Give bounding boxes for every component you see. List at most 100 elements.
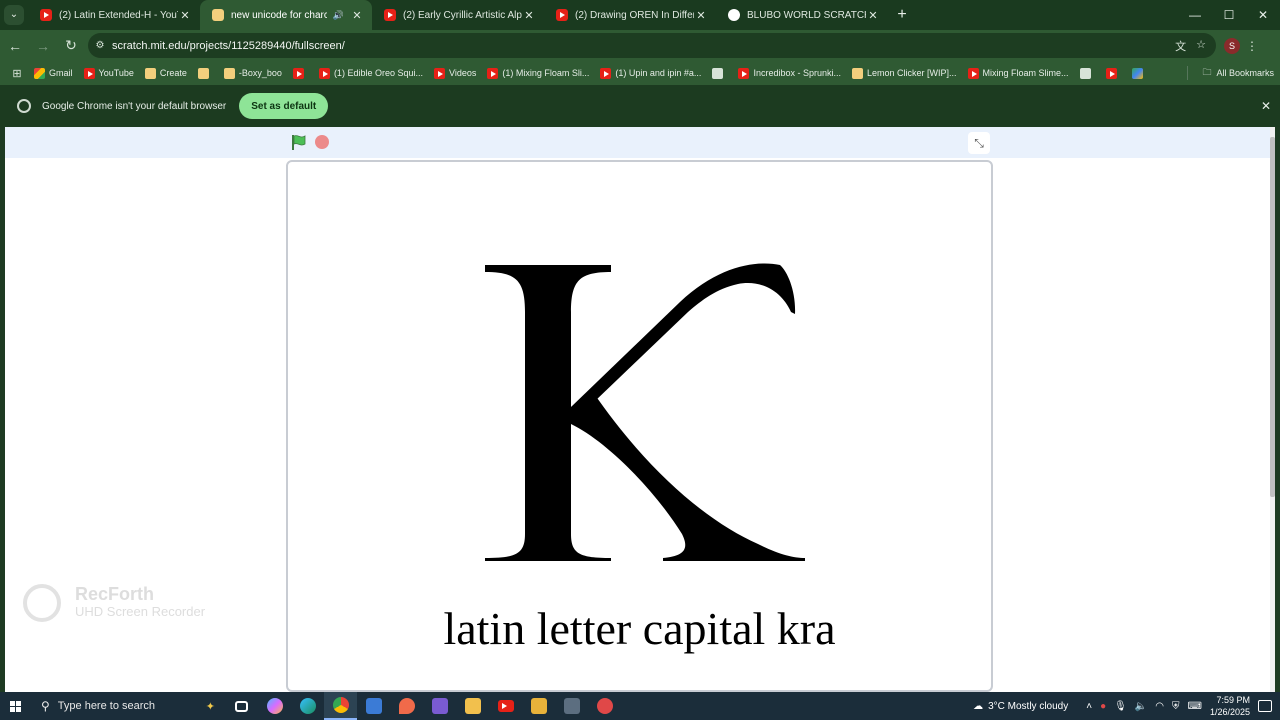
tab-latin-extended[interactable]: (2) Latin Extended-H - YouTube ✕ [28,0,200,30]
stop-sign-icon[interactable] [315,135,329,149]
bookmark-item[interactable] [712,67,727,79]
folder-icon: 🗀 [1202,67,1212,77]
bookmark-item[interactable]: Incredibox - Sprunki... [738,67,841,79]
profile-avatar[interactable]: S [1224,37,1240,54]
security-icon[interactable]: ⛨ [1172,701,1180,712]
youtube-icon [40,9,52,21]
tab-new-unicode[interactable]: new unicode for charcayer 🔊 ✕ [200,0,372,30]
recorder-button[interactable] [588,692,621,720]
bookmark-label: (1) Mixing Floam Sli... [502,68,590,78]
app-button[interactable] [555,692,588,720]
app-button[interactable] [522,692,555,720]
site-info-icon[interactable]: ⚙ [88,40,112,51]
scrollbar[interactable] [1270,127,1275,692]
app-button[interactable] [357,692,390,720]
translate-icon[interactable]: 文 [1175,38,1186,54]
app-button[interactable] [390,692,423,720]
close-icon[interactable]: ✕ [350,9,364,22]
scratch-icon [197,67,209,79]
bookmark-item[interactable]: -Boxy_boo [223,67,282,79]
url-text[interactable]: scratch.mit.edu/projects/1125289440/full… [112,40,1175,52]
bookmark-label: (1) Edible Oreo Squi... [333,68,423,78]
record-indicator-icon[interactable]: ● [1100,701,1106,712]
close-icon[interactable]: ✕ [866,9,880,22]
all-bookmarks-button[interactable]: 🗀 All Bookmarks [1202,65,1274,81]
recorder-logo-icon [23,584,61,622]
scrollbar-thumb[interactable] [1270,137,1275,497]
start-button[interactable] [0,692,31,720]
file-explorer-button[interactable] [456,692,489,720]
close-window-icon[interactable]: ✕ [1246,0,1280,30]
project-stage[interactable]: latin letter capital kra [286,160,993,692]
bookmark-item[interactable] [197,67,213,79]
window-controls: — ☐ ✕ [1178,0,1280,30]
reload-button[interactable]: ↻ [58,33,84,59]
bookmark-item[interactable]: Videos [433,67,476,79]
bookmark-item[interactable] [292,67,308,79]
bookmark-item[interactable]: Gmail [34,67,73,79]
close-icon[interactable]: ✕ [522,9,536,22]
tab-blubo-world[interactable]: BLUBO WORLD SCRATCH - Goo ✕ [716,0,888,30]
bookmark-label: YouTube [98,68,134,78]
bookmark-item[interactable] [1079,67,1095,79]
bookmark-item[interactable] [1131,67,1147,79]
bookmark-item[interactable] [1105,67,1121,79]
youtube-app-button[interactable] [489,692,522,720]
speaker-icon[interactable]: 🔊 [333,10,344,21]
bookmark-item[interactable]: Mixing Floam Slime... [967,67,1069,79]
youtube-icon [487,67,499,79]
minimize-icon[interactable]: — [1178,0,1212,30]
exit-fullscreen-icon[interactable]: ⤡ [968,132,990,154]
bookmark-label: (1) Upin and ipin #a... [615,68,702,78]
chrome-icon [332,697,349,713]
notification-icon[interactable] [1258,700,1272,712]
copilot-button[interactable] [258,692,291,720]
bookmark-item[interactable]: YouTube [83,67,134,79]
youtube-icon [292,67,304,79]
app-button[interactable] [423,692,456,720]
bookmark-star-icon[interactable]: ☆ [1196,38,1206,54]
apps-grid-icon[interactable]: ⊞ [0,67,34,80]
network-icon[interactable]: ◠ [1155,701,1164,712]
chrome-button[interactable] [324,692,357,720]
stage-caption: latin letter capital kra [443,603,836,654]
bookmarks-bar: ⊞ Gmail YouTube Create -Boxy_boo (1) Edi… [0,61,1280,85]
close-icon[interactable]: ✕ [178,9,192,22]
edge-button[interactable] [291,692,324,720]
bookmark-item[interactable]: (1) Edible Oreo Squi... [318,67,423,79]
bookmark-item[interactable]: (1) Upin and ipin #a... [600,67,702,79]
maximize-icon[interactable]: ☐ [1212,0,1246,30]
back-button[interactable]: ← [2,33,28,59]
microphone-icon[interactable]: 🎙 [1114,701,1127,712]
forward-button[interactable]: → [30,33,56,59]
volume-icon[interactable]: 🔈 [1135,701,1147,712]
set-default-button[interactable]: Set as default [239,93,329,119]
bookmark-item[interactable]: (1) Mixing Floam Sli... [487,67,590,79]
search-icon: ⚲ [41,699,50,713]
browser-toolbar: ← → ↻ ⚙ scratch.mit.edu/projects/1125289… [0,30,1280,61]
task-view-button[interactable] [225,692,258,720]
tab-early-cyrillic[interactable]: (2) Early Cyrillic Artistic Alphabe ✕ [372,0,544,30]
bookmark-item[interactable]: Create [144,67,187,79]
watermark-subtitle: UHD Screen Recorder [75,604,206,619]
infobar-message: Google Chrome isn't your default browser [42,100,227,112]
bookmark-item[interactable]: Lemon Clicker [WIP]... [851,67,957,79]
youtube-icon [967,67,979,79]
close-icon[interactable]: ✕ [1261,99,1271,113]
close-icon[interactable]: ✕ [694,9,708,22]
menu-icon[interactable]: ⋮ [1240,39,1264,53]
weather-widget[interactable]: ☁ 3°C Mostly cloudy [973,701,1068,712]
chevron-up-icon[interactable]: ˄ [1086,701,1092,712]
green-flag-icon[interactable] [290,134,307,151]
keyboard-icon[interactable]: ⌨ [1188,701,1202,712]
clock[interactable]: 7:59 PM 1/26/2025 [1210,694,1250,718]
gmail-icon [34,67,45,79]
system-tray: ☁ 3°C Mostly cloudy ˄ ● 🎙 🔈 ◠ ⛨ ⌨ 7:59 P… [973,692,1280,720]
address-bar[interactable]: ⚙ scratch.mit.edu/projects/1125289440/fu… [88,33,1216,58]
globe-icon [1079,67,1091,79]
bookmark-label: Mixing Floam Slime... [982,68,1069,78]
taskbar-search[interactable]: ⚲ Type here to search ✦ [31,692,225,720]
tab-search-button[interactable]: ⌄ [0,0,28,30]
tab-drawing-oren[interactable]: (2) Drawing OREN In Different S ✕ [544,0,716,30]
new-tab-button[interactable]: + [888,0,916,30]
